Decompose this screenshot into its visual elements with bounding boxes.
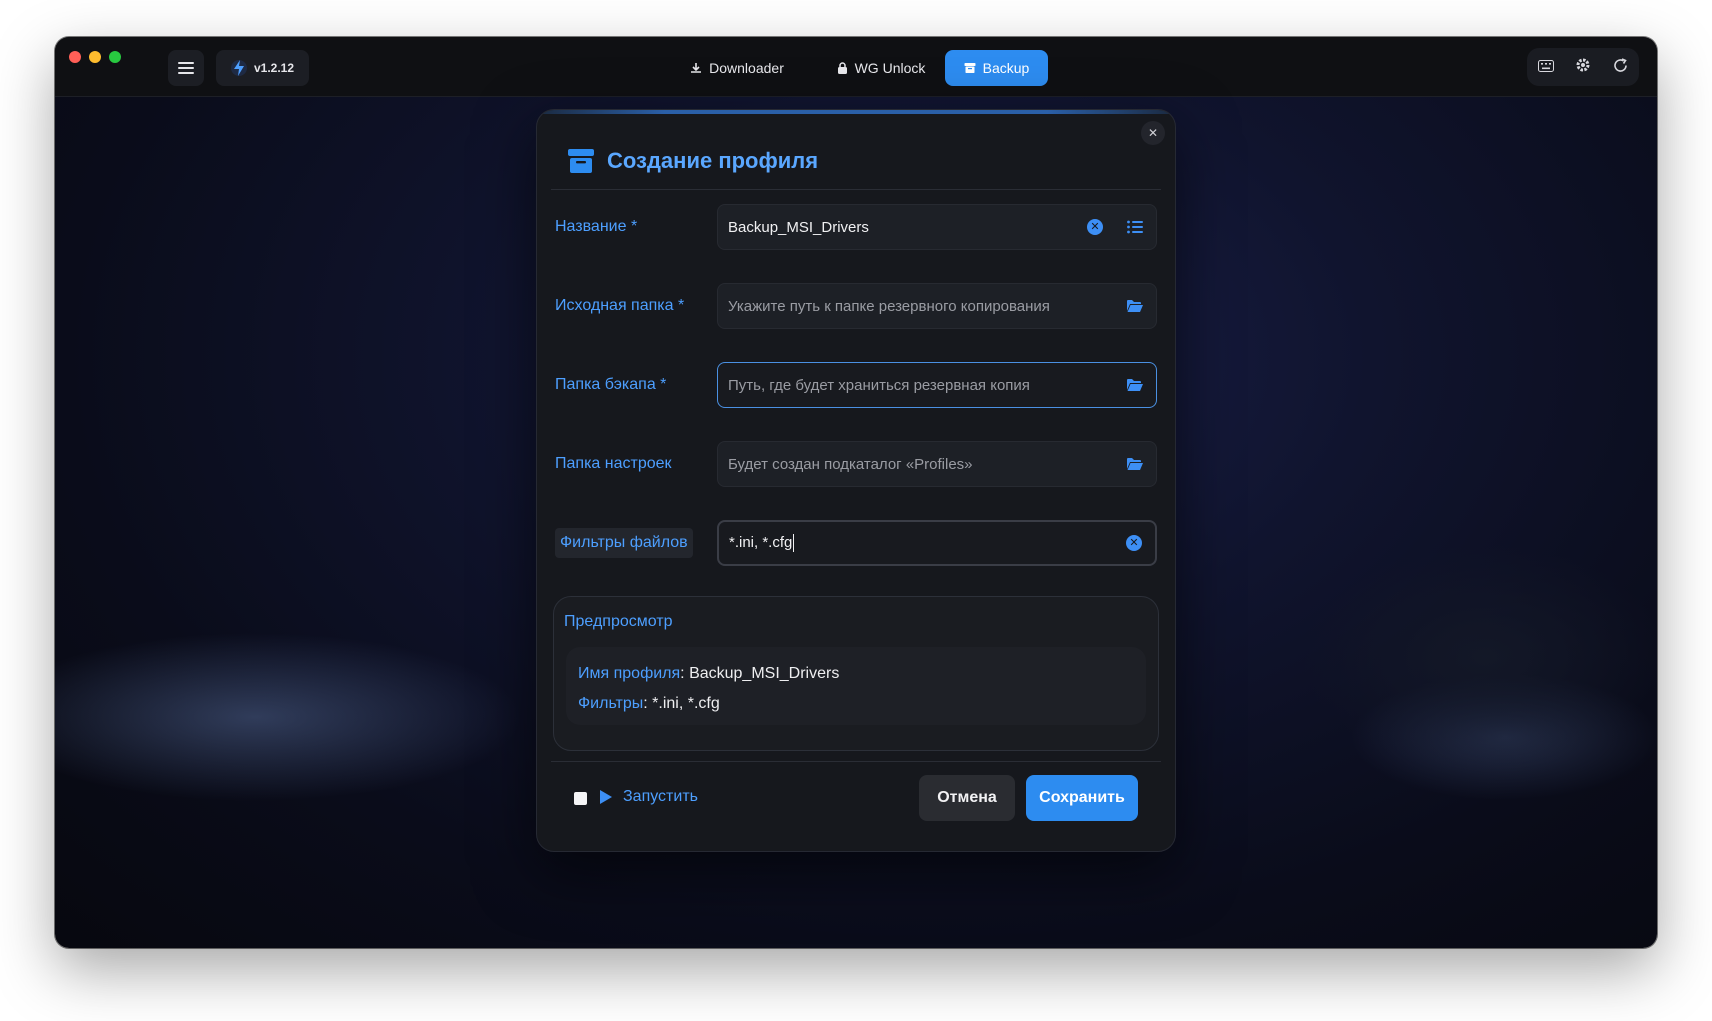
save-button[interactable]: Сохранить [1026, 775, 1138, 821]
play-icon [600, 790, 612, 804]
settings-folder-field[interactable]: Будет создан подкаталог «Profiles» [717, 441, 1157, 487]
archive-icon [568, 148, 594, 173]
dialog-footer: Запустить Отмена Сохранить [551, 761, 1161, 839]
toolbar-right [1527, 48, 1639, 86]
tab-backup[interactable]: Backup [945, 50, 1048, 86]
gear-icon[interactable] [1575, 57, 1591, 77]
name-value: Backup_MSI_Drivers [728, 218, 869, 236]
folder-open-icon[interactable] [1124, 374, 1146, 396]
clear-icon: ✕ [1087, 219, 1103, 235]
name-label: Название * [555, 218, 638, 235]
lock-icon [837, 61, 847, 74]
source-label: Исходная папка * [555, 297, 685, 314]
tab-wg-unlock[interactable]: WG Unlock [815, 50, 947, 86]
preview-filters-key: Фильтры [578, 695, 644, 712]
preview-profile-line: Имя профиля: Backup_MSI_Drivers [578, 659, 1134, 689]
app-window: v1.2.12 Downloader WG Unlock Backup ✕ Со… [55, 37, 1657, 948]
source-folder-field[interactable]: Укажите путь к папке резервного копирова… [717, 283, 1157, 329]
name-field[interactable]: Backup_MSI_Drivers ✕ [717, 204, 1157, 250]
title-bar: v1.2.12 Downloader WG Unlock Backup [55, 37, 1657, 97]
refresh-icon[interactable] [1613, 57, 1628, 77]
preview-content: Имя профиля: Backup_MSI_Drivers Фильтры:… [566, 647, 1146, 725]
download-icon [691, 63, 702, 73]
tab-bar: Downloader WG Unlock Backup [55, 50, 1657, 86]
backup-folder-field[interactable]: Путь, где будет храниться резервная копи… [717, 362, 1157, 408]
tab-downloader[interactable]: Downloader [672, 50, 802, 86]
preview-profile-value: : Backup_MSI_Drivers [680, 665, 840, 682]
backup-row: Папка бэкапа * Путь, где будет храниться… [555, 362, 1157, 408]
cancel-button[interactable]: Отмена [919, 775, 1015, 821]
settings-label: Папка настроек [555, 455, 672, 472]
backup-label: Папка бэкапа * [555, 376, 667, 393]
preview-filters-line: Фильтры: *.ini, *.cfg [578, 689, 1134, 719]
name-row: Название * Backup_MSI_Drivers ✕ [555, 204, 1157, 250]
settings-placeholder: Будет создан подкаталог «Profiles» [728, 455, 973, 473]
settings-row: Папка настроек Будет создан подкаталог «… [555, 441, 1157, 487]
clear-name-button[interactable]: ✕ [1084, 216, 1106, 238]
clear-icon: ✕ [1126, 535, 1142, 551]
preview-profile-key: Имя профиля [578, 665, 681, 682]
backup-placeholder: Путь, где будет храниться резервная копи… [728, 376, 1030, 394]
archive-icon [964, 63, 976, 73]
folder-open-icon[interactable] [1124, 295, 1146, 317]
run-label[interactable]: Запустить [623, 788, 698, 806]
filters-value-wrap: *.ini, *.cfg [729, 533, 1105, 553]
run-checkbox[interactable] [574, 792, 587, 805]
preview-title: Предпросмотр [564, 613, 673, 630]
folder-open-icon[interactable] [1124, 453, 1146, 475]
dialog-accent-line [537, 110, 1175, 114]
preview-panel: Предпросмотр Имя профиля: Backup_MSI_Dri… [553, 596, 1159, 751]
filters-row: Фильтры файлов *.ini, *.cfg ✕ [555, 520, 1157, 566]
dialog-title: Создание профиля [607, 147, 819, 173]
filters-value: *.ini, *.cfg [729, 533, 793, 551]
text-caret [793, 534, 795, 553]
source-row: Исходная папка * Укажите путь к папке ре… [555, 283, 1157, 329]
tab-backup-label: Backup [982, 60, 1030, 76]
clear-filters-button[interactable]: ✕ [1123, 532, 1145, 554]
file-filters-field[interactable]: *.ini, *.cfg ✕ [717, 520, 1157, 566]
dialog-header: Создание профиля [551, 132, 1161, 190]
create-profile-dialog: ✕ Создание профиля Название * Backup_MSI… [536, 109, 1176, 852]
tab-downloader-label: Downloader [709, 60, 784, 76]
preview-filters-value: : *.ini, *.cfg [643, 695, 720, 712]
source-placeholder: Укажите путь к папке резервного копирова… [728, 297, 1050, 315]
filters-label: Фильтры файлов [555, 528, 693, 558]
keyboard-icon[interactable] [1537, 59, 1554, 76]
list-icon[interactable] [1124, 216, 1146, 238]
tab-wg-unlock-label: WG Unlock [854, 60, 926, 76]
